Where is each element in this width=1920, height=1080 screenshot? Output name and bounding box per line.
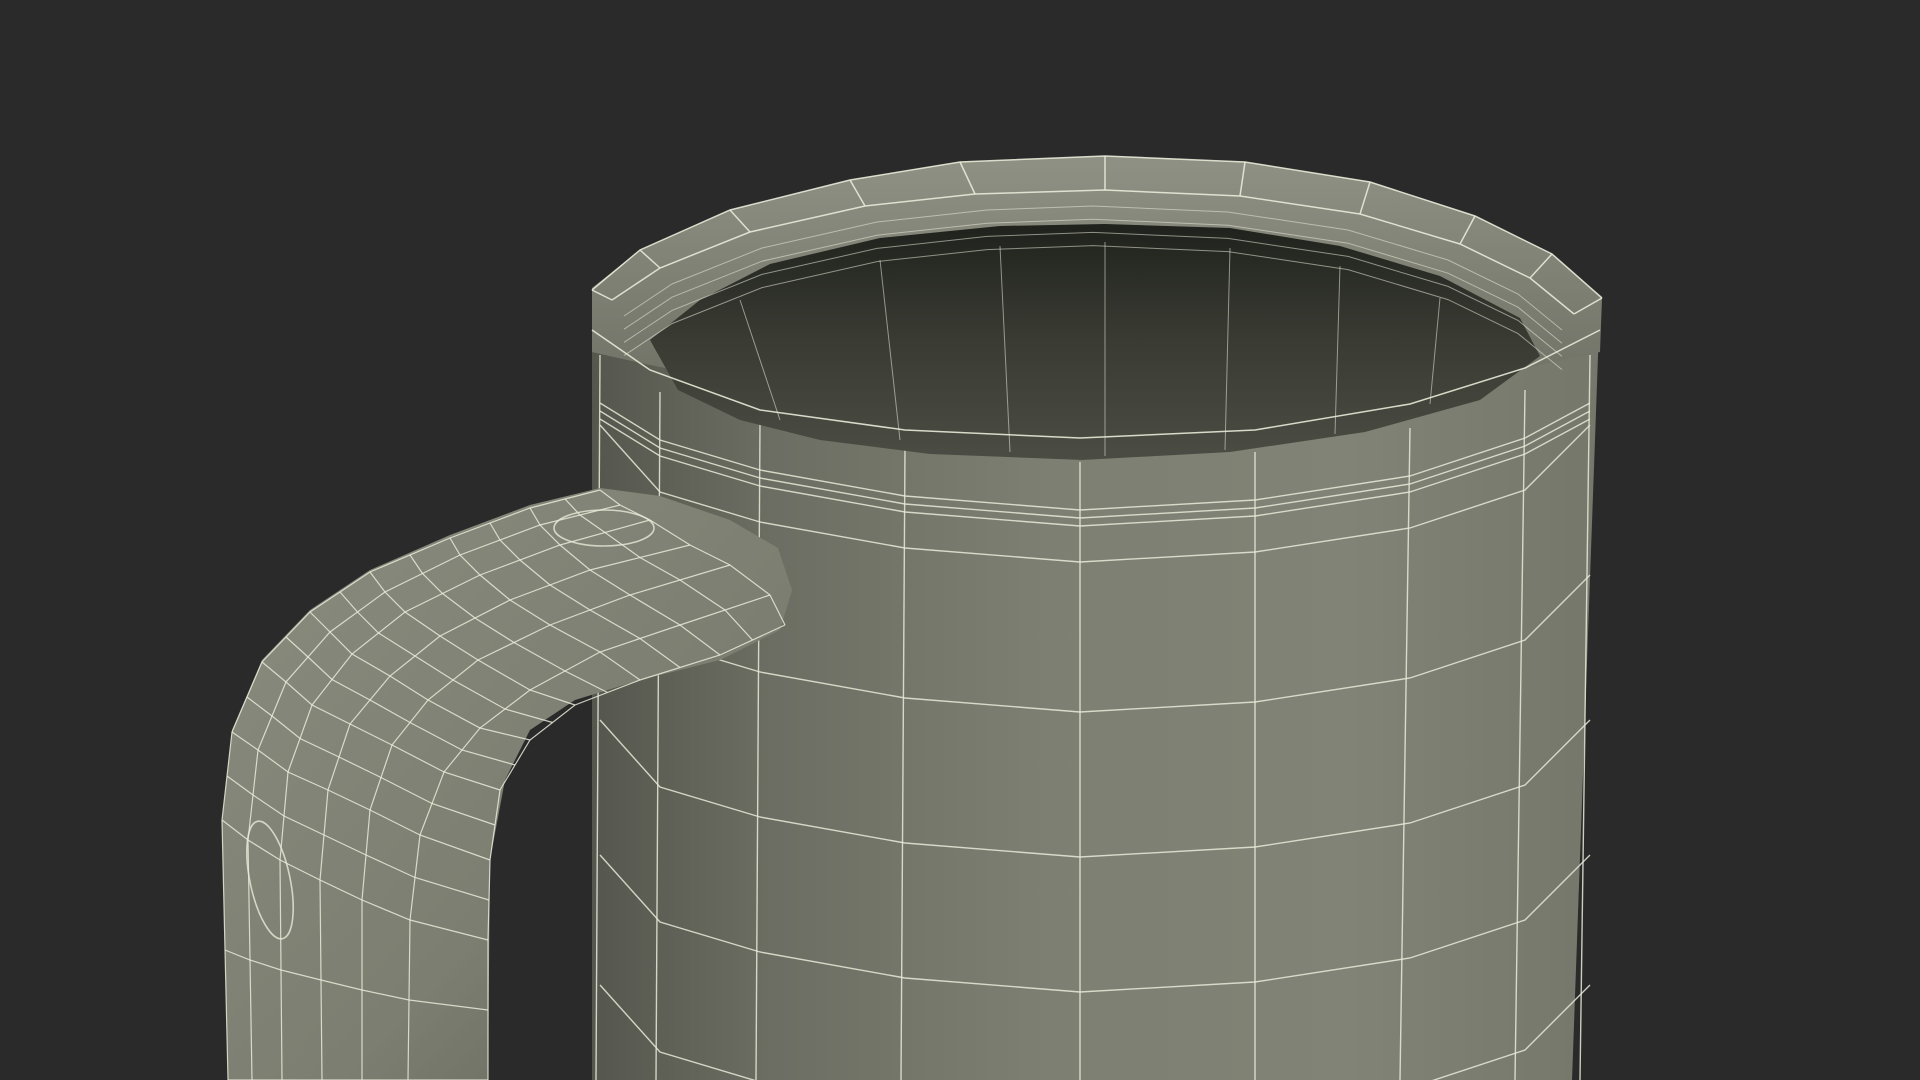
render-viewport — [0, 0, 1920, 1080]
mug-wireframe-render — [0, 0, 1920, 1080]
